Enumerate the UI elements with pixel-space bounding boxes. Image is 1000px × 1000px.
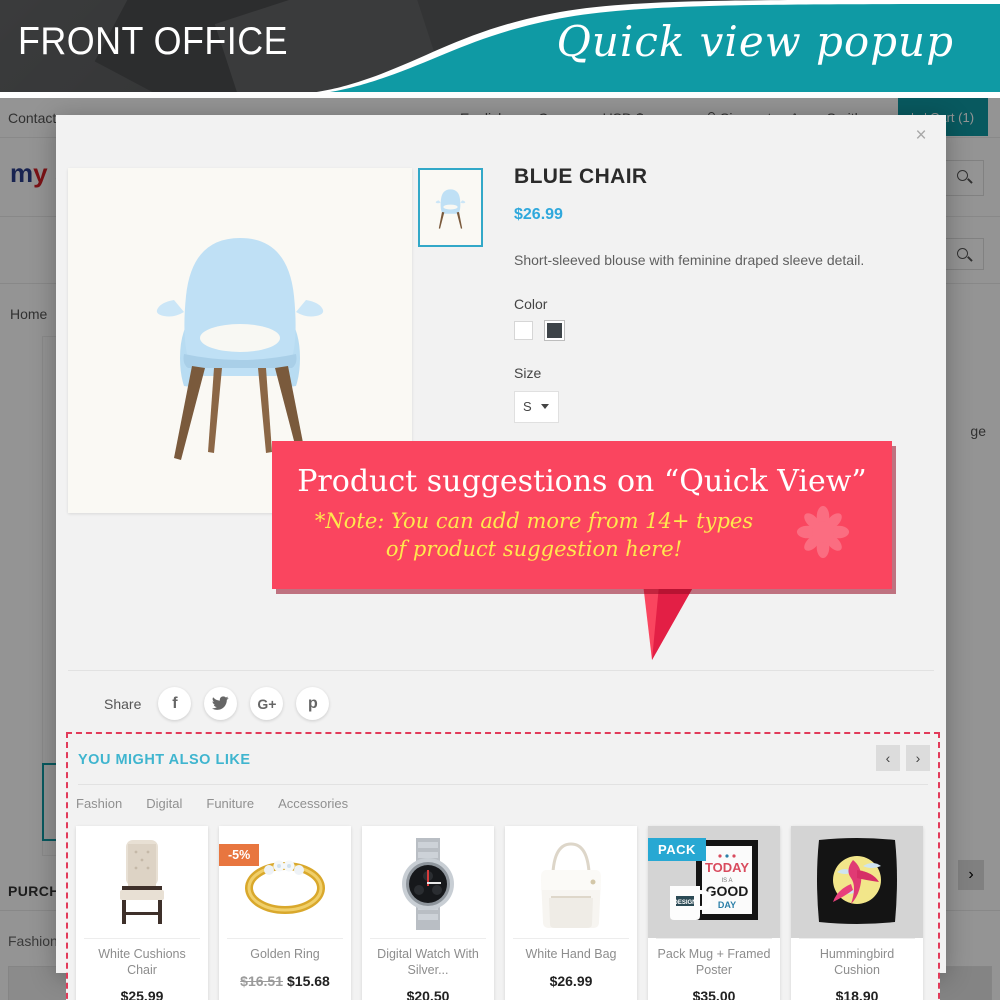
callout-note-line1: *Note: You can add more from 14+ types (314, 509, 754, 533)
callout-note: *Note: You can add more from 14+ types o… (272, 507, 796, 564)
annotation-callout: Product suggestions on “Quick View” *Not… (272, 441, 892, 589)
callout-title: Product suggestions on “Quick View” (297, 464, 867, 499)
screenshot-root: FRONT OFFICE Quick view popup Contact us… (0, 0, 1000, 1000)
asterisk-icon (796, 505, 850, 559)
callout-note-line2: of product suggestion here! (385, 537, 683, 562)
